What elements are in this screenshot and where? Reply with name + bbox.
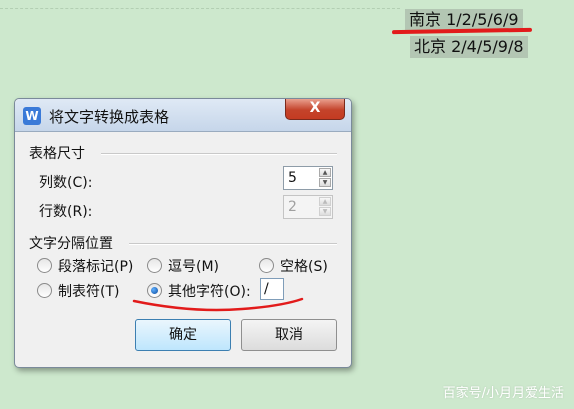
- rows-value: 2: [288, 199, 297, 215]
- document-text-fragment: [0, 0, 400, 9]
- rows-up-icon: ▲: [319, 197, 331, 206]
- document-line-beijing: 北京 2/4/5/9/8: [410, 36, 528, 58]
- dialog-title: 将文字转换成表格: [49, 108, 170, 126]
- radio-comma[interactable]: 逗号(M): [147, 256, 219, 276]
- cancel-button[interactable]: 取消: [241, 319, 337, 351]
- radio-space-label: 空格(S): [280, 259, 328, 275]
- dialog-titlebar[interactable]: W 将文字转换成表格 X: [15, 99, 351, 132]
- close-button[interactable]: X: [285, 99, 345, 120]
- rows-spinner: 2 ▲ ▼: [283, 195, 333, 219]
- columns-down-icon[interactable]: ▼: [319, 178, 331, 187]
- radio-button-icon[interactable]: [37, 283, 52, 298]
- radio-button-icon[interactable]: [259, 258, 274, 273]
- watermark: 百家号/小月月爱生活: [442, 386, 564, 401]
- radio-button-icon[interactable]: [37, 258, 52, 273]
- wps-app-icon: W: [23, 107, 41, 125]
- red-annotation-curve: [132, 297, 304, 312]
- columns-spinner[interactable]: 5 ▲ ▼: [283, 166, 333, 190]
- columns-up-icon[interactable]: ▲: [319, 168, 331, 177]
- rows-down-icon: ▼: [319, 207, 331, 216]
- table-size-section-label: 表格尺寸: [29, 146, 85, 162]
- ok-button[interactable]: 确定: [135, 319, 231, 351]
- columns-label: 列数(C):: [39, 175, 93, 191]
- radio-tab-label: 制表符(T): [58, 284, 120, 300]
- radio-tab[interactable]: 制表符(T): [37, 281, 119, 301]
- radio-button-icon[interactable]: [147, 258, 162, 273]
- radio-paragraph-mark-label: 段落标记(P): [58, 259, 134, 275]
- radio-paragraph-mark[interactable]: 段落标记(P): [37, 256, 133, 276]
- radio-button-selected-icon[interactable]: [147, 283, 162, 298]
- divider: [101, 153, 337, 155]
- radio-space[interactable]: 空格(S): [259, 256, 328, 276]
- columns-value[interactable]: 5: [288, 170, 297, 186]
- divider: [129, 243, 337, 245]
- radio-comma-label: 逗号(M): [168, 259, 220, 275]
- rows-label: 行数(R):: [39, 204, 93, 220]
- separator-section-label: 文字分隔位置: [29, 236, 113, 252]
- convert-text-to-table-dialog: W 将文字转换成表格 X 表格尺寸 列数(C): 5 ▲ ▼ 行数(R): 2 …: [14, 98, 352, 368]
